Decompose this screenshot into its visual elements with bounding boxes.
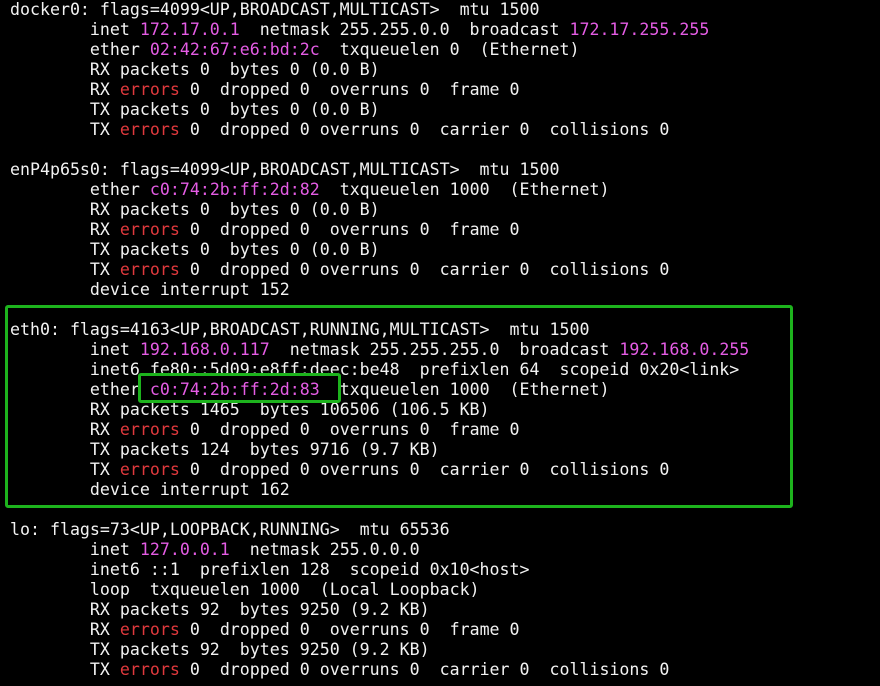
text-segment: inet6 ::1 prefixlen 128 scopeid 0x10<hos… <box>10 560 530 579</box>
text-segment: RX <box>10 220 120 239</box>
terminal-line: RX packets 92 bytes 9250 (9.2 KB) <box>10 600 880 620</box>
terminal-line: inet6 ::1 prefixlen 128 scopeid 0x10<hos… <box>10 560 880 580</box>
text-segment: RX packets 0 bytes 0 (0.0 B) <box>10 60 380 79</box>
terminal-line: RX packets 0 bytes 0 (0.0 B) <box>10 200 880 220</box>
terminal-line: inet 172.17.0.1 netmask 255.255.0.0 broa… <box>10 20 880 40</box>
text-segment: txqueuelen 0 (Ethernet) <box>319 40 580 59</box>
address-value: 127.0.0.1 <box>139 540 230 559</box>
text-segment: device interrupt 152 <box>10 280 290 299</box>
text-segment: 0 dropped 0 overruns 0 frame 0 <box>179 220 520 239</box>
address-value: 172.17.255.255 <box>569 20 710 39</box>
terminal-line: TX errors 0 dropped 0 overruns 0 carrier… <box>10 260 880 280</box>
text-segment: 0 dropped 0 overruns 0 frame 0 <box>179 80 520 99</box>
terminal-line: TX errors 0 dropped 0 overruns 0 carrier… <box>10 660 880 680</box>
text-segment: ether <box>10 40 150 59</box>
address-value: 172.17.0.1 <box>139 20 240 39</box>
terminal-line: TX packets 0 bytes 0 (0.0 B) <box>10 240 880 260</box>
eth0-highlight-box <box>5 305 793 508</box>
terminal-line: lo: flags=73<UP,LOOPBACK,RUNNING> mtu 65… <box>10 520 880 540</box>
text-segment: docker0: flags=4099<UP,BROADCAST,MULTICA… <box>10 0 540 19</box>
interface-block-enP4p65s0: enP4p65s0: flags=4099<UP,BROADCAST,MULTI… <box>10 160 880 320</box>
terminal-line: RX errors 0 dropped 0 overruns 0 frame 0 <box>10 220 880 240</box>
terminal-line: ether c0:74:2b:ff:2d:82 txqueuelen 1000 … <box>10 180 880 200</box>
terminal-line: loop txqueuelen 1000 (Local Loopback) <box>10 580 880 600</box>
terminal-line: inet 127.0.0.1 netmask 255.0.0.0 <box>10 540 880 560</box>
text-segment: ether <box>10 180 150 199</box>
text-segment: TX packets 0 bytes 0 (0.0 B) <box>10 240 380 259</box>
text-segment: enP4p65s0: flags=4099<UP,BROADCAST,MULTI… <box>10 160 560 179</box>
text-segment: RX <box>10 620 120 639</box>
text-segment: TX <box>10 660 120 679</box>
text-segment: TX packets 92 bytes 9250 (9.2 KB) <box>10 640 430 659</box>
errors-label: errors <box>119 80 180 99</box>
errors-label: errors <box>119 660 180 679</box>
text-segment: inet <box>10 540 140 559</box>
terminal-line: RX errors 0 dropped 0 overruns 0 frame 0 <box>10 620 880 640</box>
terminal-line: RX errors 0 dropped 0 overruns 0 frame 0 <box>10 80 880 100</box>
errors-label: errors <box>119 620 180 639</box>
text-segment: RX <box>10 80 120 99</box>
text-segment: netmask 255.0.0.0 <box>229 540 420 559</box>
text-segment: inet <box>10 20 140 39</box>
mac-address-highlight-box <box>138 373 341 403</box>
text-segment: loop txqueuelen 1000 (Local Loopback) <box>10 580 480 599</box>
text-segment: 0 dropped 0 overruns 0 carrier 0 collisi… <box>179 260 670 279</box>
text-segment: TX <box>10 120 120 139</box>
text-segment: txqueuelen 1000 (Ethernet) <box>319 180 610 199</box>
terminal-line: TX errors 0 dropped 0 overruns 0 carrier… <box>10 120 880 140</box>
address-value: c0:74:2b:ff:2d:82 <box>149 180 320 199</box>
text-segment: 0 dropped 0 overruns 0 carrier 0 collisi… <box>179 660 670 679</box>
interface-block-docker0: docker0: flags=4099<UP,BROADCAST,MULTICA… <box>10 0 880 160</box>
errors-label: errors <box>119 260 180 279</box>
terminal-line: enP4p65s0: flags=4099<UP,BROADCAST,MULTI… <box>10 160 880 180</box>
terminal-line: docker0: flags=4099<UP,BROADCAST,MULTICA… <box>10 0 880 20</box>
terminal-line: TX packets 92 bytes 9250 (9.2 KB) <box>10 640 880 660</box>
text-segment: TX <box>10 260 120 279</box>
terminal-line: device interrupt 152 <box>10 280 880 300</box>
text-segment: lo: flags=73<UP,LOOPBACK,RUNNING> mtu 65… <box>10 520 450 539</box>
text-segment: TX packets 0 bytes 0 (0.0 B) <box>10 100 380 119</box>
errors-label: errors <box>119 220 180 239</box>
interface-block-lo: lo: flags=73<UP,LOOPBACK,RUNNING> mtu 65… <box>10 520 880 680</box>
address-value: 02:42:67:e6:bd:2c <box>149 40 320 59</box>
terminal-line: TX packets 0 bytes 0 (0.0 B) <box>10 100 880 120</box>
text-segment: RX packets 92 bytes 9250 (9.2 KB) <box>10 600 430 619</box>
terminal-line: ether 02:42:67:e6:bd:2c txqueuelen 0 (Et… <box>10 40 880 60</box>
text-segment: 0 dropped 0 overruns 0 carrier 0 collisi… <box>179 120 670 139</box>
terminal-line: RX packets 0 bytes 0 (0.0 B) <box>10 60 880 80</box>
text-segment: RX packets 0 bytes 0 (0.0 B) <box>10 200 380 219</box>
errors-label: errors <box>119 120 180 139</box>
text-segment: 0 dropped 0 overruns 0 frame 0 <box>179 620 520 639</box>
text-segment: netmask 255.255.0.0 broadcast <box>239 20 570 39</box>
